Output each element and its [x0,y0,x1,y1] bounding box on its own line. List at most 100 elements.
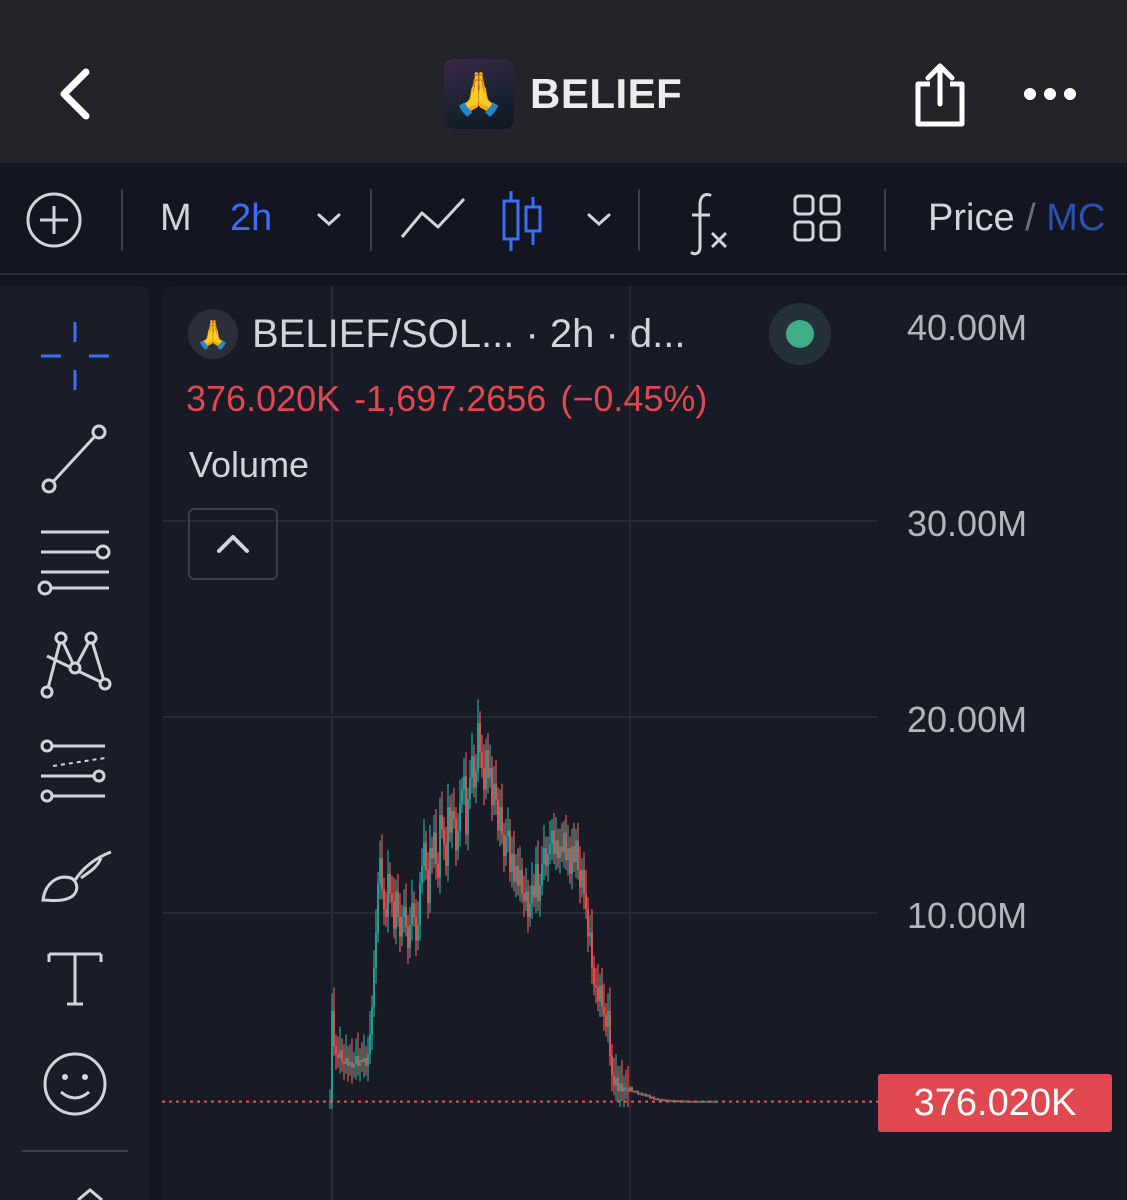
candle-body [599,985,601,1002]
candle-body [473,756,475,788]
candle-body [523,893,525,902]
candle-body [423,842,425,866]
candle-body [367,1054,369,1066]
candle-body [637,1091,639,1095]
crosshair-icon[interactable] [35,316,115,396]
candle-body [653,1097,655,1100]
candle-body [351,1061,353,1068]
symbol-legend[interactable]: 🙏 BELIEF/SOL... · 2h · d... [188,306,686,362]
candle-body [691,1101,693,1103]
y-axis-label: 30.00M [907,503,1028,544]
candle-body [375,932,377,968]
change-value: -1,697.2656 [354,378,547,419]
header-title-group: 🙏 BELIEF [444,58,682,130]
candle-body [371,1007,373,1035]
plus-circle-icon[interactable] [24,163,84,273]
chevron-up-icon[interactable] [60,1180,120,1200]
horizontal-lines-icon[interactable] [35,522,115,602]
candle-body [415,916,417,941]
candle-body [511,854,513,872]
candle-body [531,885,533,904]
candle-body [389,873,391,894]
fx-icon[interactable] [684,163,734,273]
symbol-logo: 🙏 [188,309,238,359]
candle-body [587,909,589,937]
token-logo: 🙏 [444,59,514,129]
candle-body [449,807,451,833]
candle-body [503,834,505,857]
chevron-down-icon[interactable] [314,163,344,273]
candle-body [609,1011,611,1057]
candle-body [493,783,495,806]
candle-body [393,901,395,929]
candle-body [561,846,563,853]
emoji-icon[interactable] [35,1044,115,1124]
candle-body [631,1087,633,1092]
candle-body [397,891,399,917]
mc-label[interactable]: MC [1046,197,1105,240]
candle-body [553,830,555,855]
price-change-row: 376.020K -1,697.2656 (−0.45%) [186,378,721,420]
collapse-legend-button[interactable] [188,508,278,580]
toolbar-divider [884,189,886,251]
y-axis-label: 20.00M [907,699,1028,740]
candle-body [427,869,429,904]
candle-body [441,815,443,829]
candle-body [549,844,551,855]
candle-body [365,1058,367,1066]
chevron-down-icon[interactable] [584,163,614,273]
grid-icon[interactable] [792,163,844,273]
candle-body [347,1058,349,1066]
candle-body [339,1050,341,1059]
candle-body [563,832,565,853]
candle-body [591,932,593,968]
interval-m[interactable]: M [160,163,192,273]
price-chart[interactable] [162,286,1127,1200]
candle-body [409,924,411,949]
candle-body [565,832,567,861]
candlestick-icon[interactable] [500,163,544,273]
pattern-icon[interactable] [35,626,115,706]
candle-body [401,916,403,937]
candle-body [621,1083,623,1092]
price-mc-toggle[interactable]: Price / MC [928,163,1105,273]
candle-body [387,873,389,917]
volume-label[interactable]: Volume [189,444,309,486]
candle-body [379,858,381,884]
candle-body [435,832,437,864]
candle-body [451,811,453,833]
symbol-title[interactable]: BELIEF/SOL... · 2h · d... [252,312,686,357]
candle-body [489,767,491,778]
candle-body [433,832,435,859]
line-chart-icon[interactable] [398,163,468,273]
fib-icon[interactable] [35,732,115,812]
candle-body [649,1095,651,1099]
candle-body [639,1093,641,1095]
candle-body [573,846,575,863]
interval-2h[interactable]: 2h [230,163,272,273]
candle-body [647,1095,649,1097]
candle-body [545,848,547,866]
candle-body [359,1060,361,1066]
chevron-left-icon[interactable] [50,62,110,122]
candle-body [471,756,473,778]
candle-body [595,985,597,988]
candle-body [581,869,583,888]
candle-body [505,836,507,857]
candle-body [705,1101,707,1103]
candle-body [661,1099,663,1101]
price-label[interactable]: Price [928,197,1015,240]
share-icon[interactable] [912,60,968,128]
candle-body [551,830,553,845]
chart-pane[interactable] [162,286,1127,1200]
candle-body [453,811,455,819]
trend-line-icon[interactable] [35,418,115,498]
text-icon[interactable] [35,940,115,1020]
brush-icon[interactable] [35,838,115,918]
candle-body [517,865,519,886]
candle-body [529,903,531,917]
candle-body [617,1077,619,1092]
more-horizontal-icon[interactable] [1022,84,1078,104]
candle-body [605,1014,607,1027]
candle-body [543,848,545,864]
